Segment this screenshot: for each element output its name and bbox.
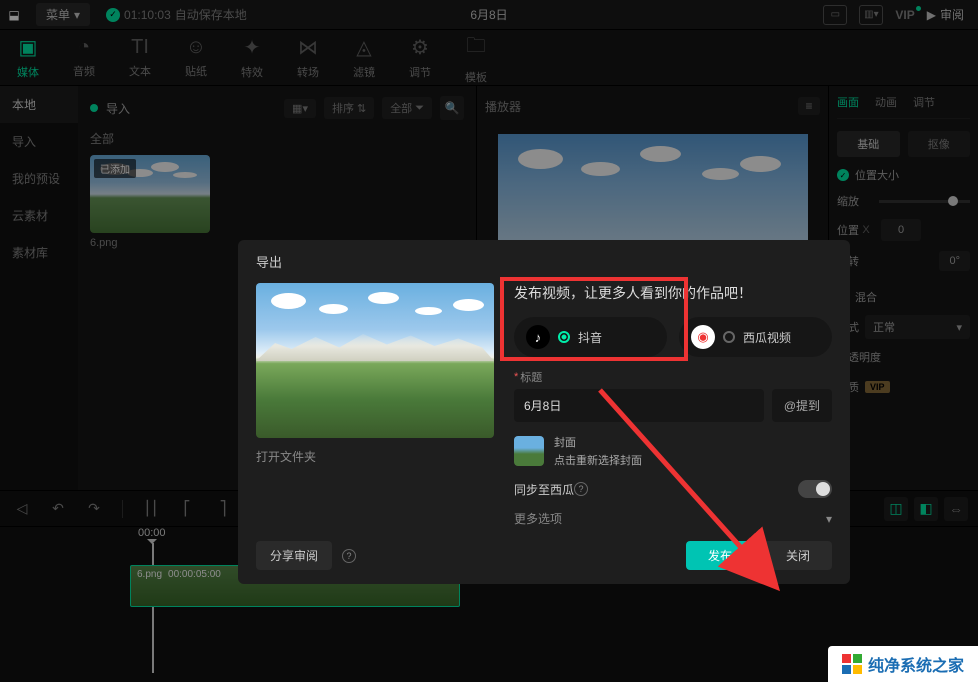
cover-label: 封面 [554, 434, 642, 450]
chevron-down-icon: ▾ [826, 512, 832, 526]
platform-xigua[interactable]: ◉ 西瓜视频 [679, 317, 832, 357]
radio-on-icon [558, 331, 570, 343]
mention-button[interactable]: @提到 [772, 389, 832, 422]
xigua-icon: ◉ [691, 325, 715, 349]
title-field-label: 标题 [520, 369, 542, 385]
dialog-title: 导出 [238, 240, 850, 283]
cover-hint[interactable]: 点击重新选择封面 [554, 452, 642, 468]
more-options[interactable]: 更多选项▾ [514, 510, 832, 527]
watermark: 纯净系统之家 [828, 646, 978, 682]
open-folder-link[interactable]: 打开文件夹 [256, 448, 494, 465]
sync-toggle[interactable] [798, 480, 832, 498]
publish-heading: 发布视频，让更多人看到你的作品吧！ [514, 283, 832, 303]
douyin-icon: ♪ [526, 325, 550, 349]
help-icon[interactable]: ? [574, 482, 588, 496]
export-dialog: 导出 打开文件夹 发布视频，让更多人看到你的作品吧！ ♪ 抖音 ◉ 西瓜视频 [238, 240, 850, 584]
title-input[interactable]: 6月8日 [514, 389, 764, 422]
help-icon[interactable]: ? [342, 549, 356, 563]
share-review-button[interactable]: 分享审阅 [256, 541, 332, 570]
publish-button[interactable]: 发布 [686, 541, 754, 570]
radio-off-icon [723, 331, 735, 343]
sync-label: 同步至西瓜 [514, 481, 574, 498]
platform-douyin[interactable]: ♪ 抖音 [514, 317, 667, 357]
close-button[interactable]: 关闭 [764, 541, 832, 570]
cover-thumbnail[interactable] [514, 436, 544, 466]
watermark-icon [842, 654, 862, 674]
export-preview [256, 283, 494, 438]
